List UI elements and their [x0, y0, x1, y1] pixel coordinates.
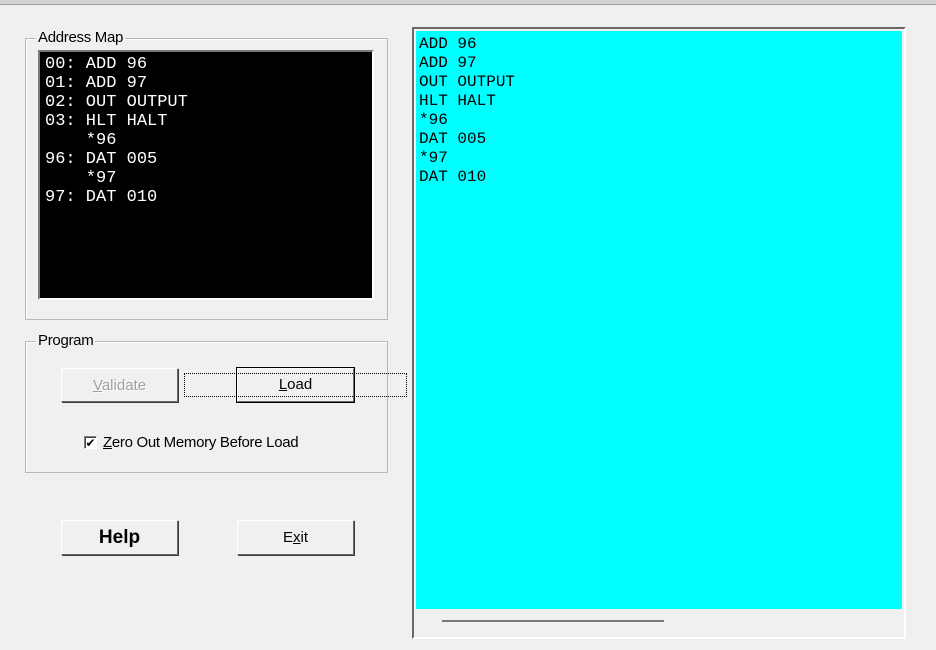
address-map-text: 00: ADD 96 01: ADD 97 02: OUT OUTPUT 03:…: [45, 55, 188, 207]
validate-button[interactable]: Validate: [61, 368, 178, 402]
zero-memory-checkbox[interactable]: ✔: [84, 436, 97, 449]
load-button[interactable]: Load: [183, 367, 408, 403]
program-editor[interactable]: ADD 96 ADD 97 OUT OUTPUT HLT HALT *96 DA…: [412, 27, 906, 639]
address-map-list[interactable]: 00: ADD 96 01: ADD 97 02: OUT OUTPUT 03:…: [38, 50, 374, 300]
validate-label: Validate: [92, 376, 147, 394]
editor-text-area[interactable]: ADD 96 ADD 97 OUT OUTPUT HLT HALT *96 DA…: [416, 31, 902, 609]
editor-text: ADD 96 ADD 97 OUT OUTPUT HLT HALT *96 DA…: [419, 35, 516, 186]
load-label: Load: [183, 373, 408, 397]
program-title: Program: [36, 332, 96, 350]
scrollbar-thumb[interactable]: [442, 620, 664, 622]
help-label: Help: [98, 526, 141, 548]
horizontal-scrollbar[interactable]: [416, 611, 902, 633]
exit-button[interactable]: Exit: [237, 520, 354, 555]
window-top-border: [0, 0, 936, 5]
zero-memory-label: Zero Out Memory Before Load: [103, 434, 299, 451]
exit-label: Exit: [282, 529, 308, 546]
check-icon: ✔: [85, 435, 96, 450]
address-map-group: Address Map 00: ADD 96 01: ADD 97 02: OU…: [25, 29, 388, 320]
program-group: Program: [25, 332, 388, 473]
zero-memory-option[interactable]: ✔ Zero Out Memory Before Load: [84, 434, 299, 451]
address-map-title: Address Map: [36, 29, 126, 47]
help-button[interactable]: Help: [61, 520, 178, 555]
